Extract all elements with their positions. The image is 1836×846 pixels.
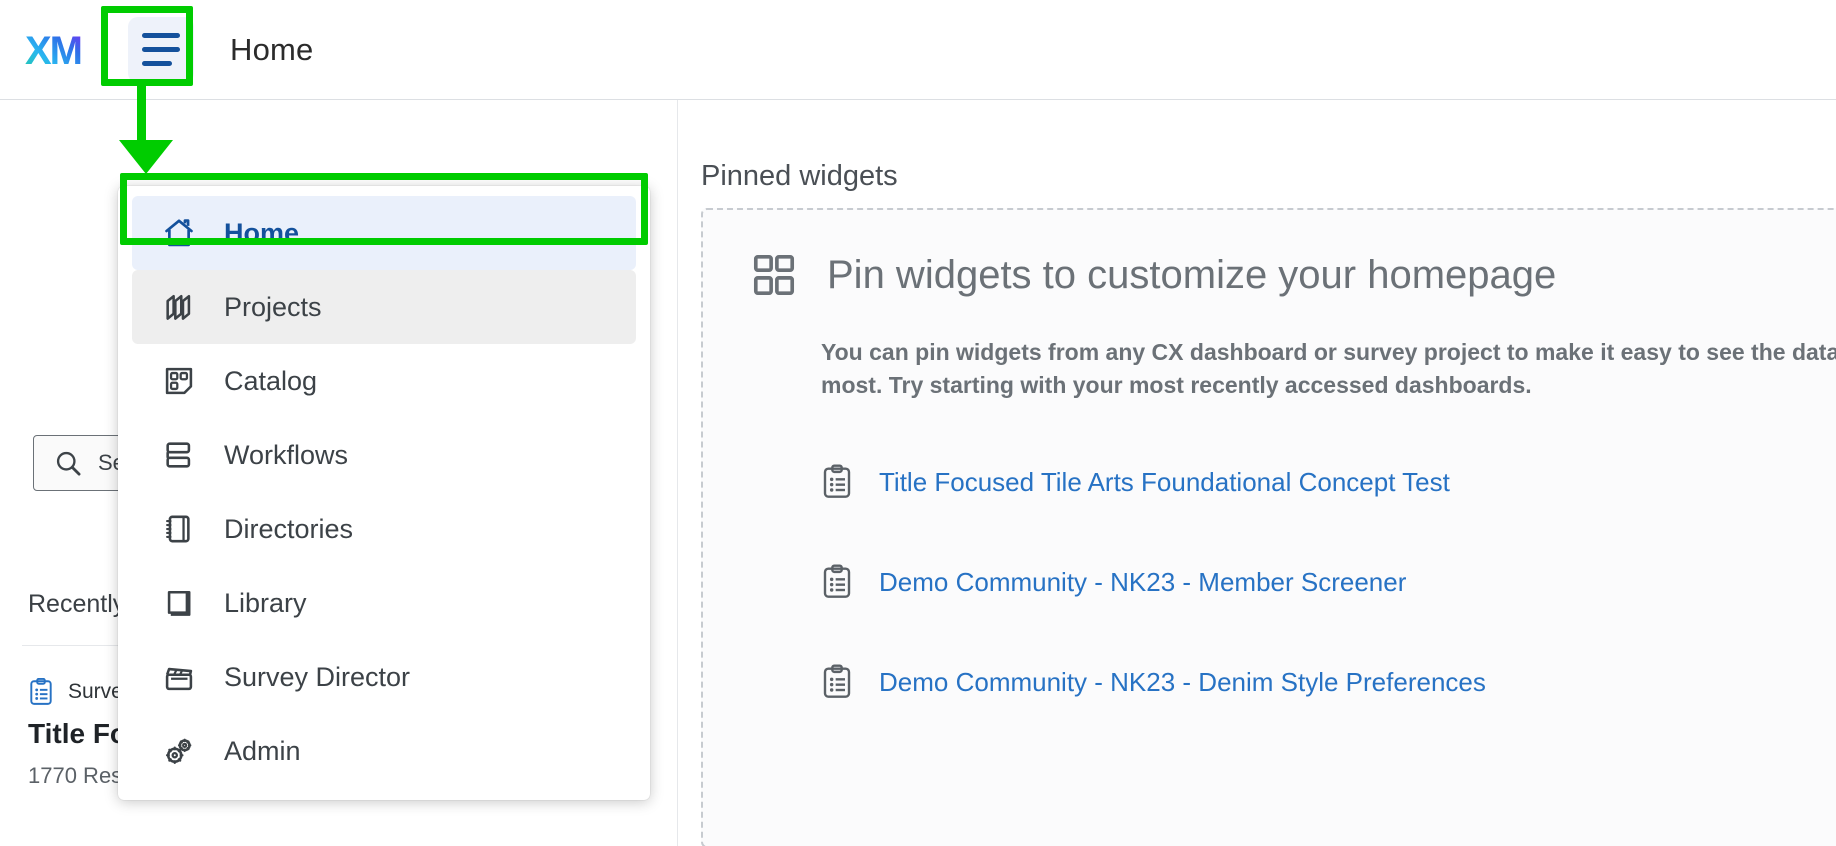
- page-body: Se Recently Survey Title Fo 1770 Resp Pi…: [0, 100, 1836, 846]
- search-icon: [56, 451, 81, 476]
- library-icon: [160, 584, 198, 622]
- pinned-card-title: Pin widgets to customize your homepage: [827, 252, 1557, 297]
- hamburger-line-1: [142, 33, 180, 38]
- sidebar-item-projects[interactable]: Projects: [132, 270, 636, 344]
- projects-icon: [160, 288, 198, 326]
- hamburger-line-2: [142, 47, 180, 52]
- sidebar-item-directories[interactable]: Directories: [132, 492, 636, 566]
- directories-icon: [160, 510, 198, 548]
- sidebar-item-label: Library: [224, 587, 307, 618]
- pinned-card-suggestions: Title Focused Tile Arts Foundational Con…: [821, 432, 1836, 732]
- list-item[interactable]: Demo Community - NK23 - Denim Style Pref…: [821, 632, 1836, 732]
- hamburger-line-3: [142, 61, 172, 66]
- xm-logo[interactable]: XM: [22, 27, 106, 73]
- page-title: Home: [230, 31, 314, 67]
- navigation-flyout-menu: Home Projects Catalog Workflows Director…: [118, 186, 650, 800]
- main-content: Pinned widgets Pin widgets to customize …: [679, 100, 1836, 846]
- sidebar-item-catalog[interactable]: Catalog: [132, 344, 636, 418]
- sidebar-item-label: Projects: [224, 291, 322, 322]
- pinned-suggestion-link[interactable]: Demo Community - NK23 - Denim Style Pref…: [879, 667, 1486, 698]
- hamburger-menu-button[interactable]: [128, 16, 194, 83]
- home-icon: [160, 214, 198, 252]
- recently-heading: Recently: [28, 590, 126, 618]
- sidebar-item-workflows[interactable]: Workflows: [132, 418, 636, 492]
- pinned-card-description: You can pin widgets from any CX dashboar…: [821, 339, 1836, 399]
- list-item[interactable]: Demo Community - NK23 - Member Screener: [821, 532, 1836, 632]
- sidebar-item-label: Admin: [224, 735, 301, 766]
- app-root: XM Home Se Recently Survey Title Fo 1770…: [0, 0, 1836, 846]
- sidebar-item-label: Workflows: [224, 439, 349, 470]
- survey-clipboard-icon: [30, 678, 52, 705]
- pinned-widgets-empty-card: Pin widgets to customize your homepage Y…: [701, 208, 1836, 846]
- pinned-suggestion-link[interactable]: Title Focused Tile Arts Foundational Con…: [879, 467, 1450, 498]
- sidebar-item-label: Catalog: [224, 365, 318, 396]
- catalog-icon: [160, 362, 198, 400]
- survey-director-icon: [160, 658, 198, 696]
- top-navigation-bar: XM Home: [0, 0, 1836, 100]
- sidebar-item-admin[interactable]: Admin: [132, 714, 636, 788]
- survey-clipboard-icon: [823, 464, 851, 498]
- pinned-suggestion-link[interactable]: Demo Community - NK23 - Member Screener: [879, 567, 1406, 598]
- sidebar-item-label: Survey Director: [224, 661, 411, 692]
- pinned-widgets-heading: Pinned widgets: [701, 160, 898, 192]
- sidebar-item-label: Directories: [224, 513, 354, 544]
- sidebar-item-home[interactable]: Home: [132, 196, 636, 270]
- svg-text:XM: XM: [25, 29, 81, 72]
- recent-item-title[interactable]: Title Fo: [28, 718, 127, 750]
- sidebar-item-library[interactable]: Library: [132, 566, 636, 640]
- sidebar-item-label: Home: [224, 217, 300, 248]
- list-item[interactable]: Title Focused Tile Arts Foundational Con…: [821, 432, 1836, 532]
- admin-gears-icon: [160, 732, 198, 770]
- pinned-card-header: Pin widgets to customize your homepage: [751, 252, 1556, 298]
- survey-clipboard-icon: [823, 564, 851, 598]
- workflows-icon: [160, 436, 198, 474]
- widgets-grid-icon: [753, 254, 795, 296]
- sidebar-item-survey-director[interactable]: Survey Director: [132, 640, 636, 714]
- survey-clipboard-icon: [823, 664, 851, 698]
